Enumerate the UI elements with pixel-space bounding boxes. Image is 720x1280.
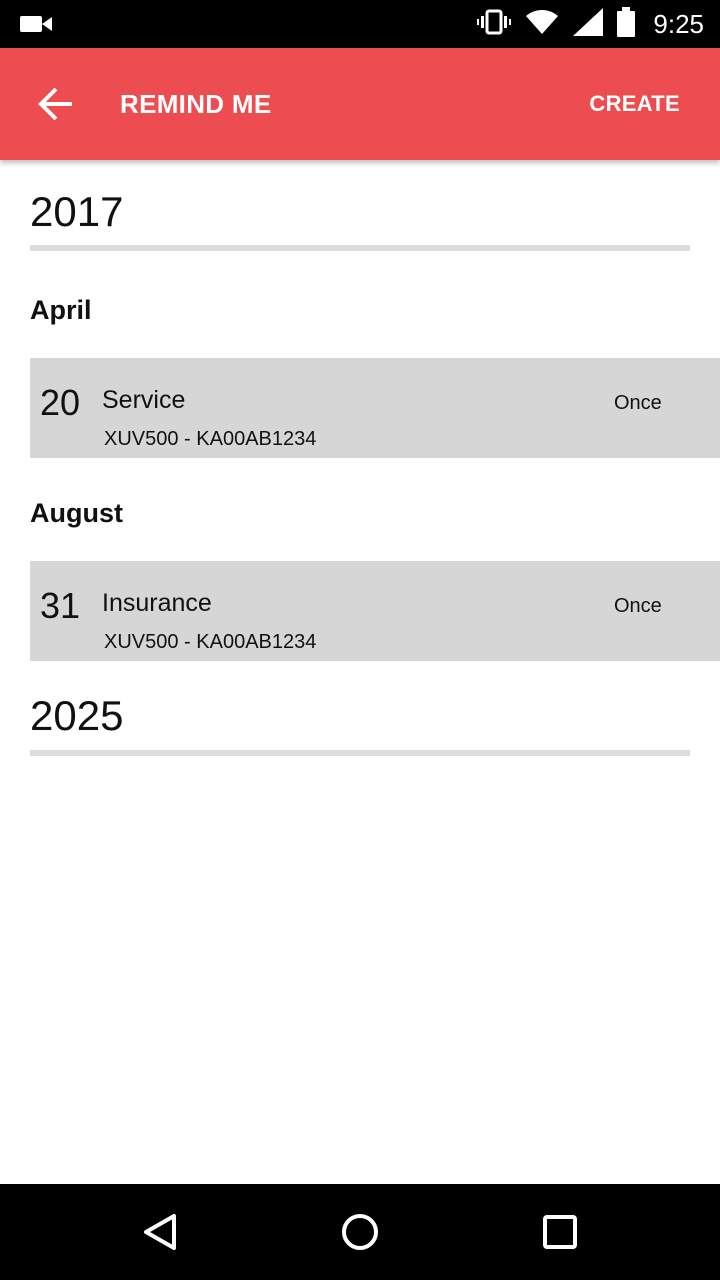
create-button[interactable]: CREATE bbox=[589, 48, 680, 160]
reminder-item[interactable]: 31 Insurance XUV500 - KA00AB1234 Once bbox=[30, 561, 720, 661]
video-camera-icon bbox=[20, 14, 52, 39]
year-divider bbox=[30, 750, 690, 756]
reminder-day: 31 bbox=[40, 585, 81, 626]
remind-me-screen: 9:25 REMIND ME CREATE 2017 April 20 Serv… bbox=[0, 0, 720, 1280]
year-divider bbox=[30, 245, 690, 251]
battery-icon bbox=[617, 6, 636, 42]
year-header: 2025 bbox=[30, 692, 124, 739]
status-icons: 9:25 bbox=[477, 0, 704, 48]
vibrate-icon bbox=[477, 9, 512, 40]
arrow-left-icon[interactable] bbox=[36, 84, 76, 124]
reminder-vehicle: XUV500 - KA00AB1234 bbox=[104, 428, 317, 450]
app-bar: REMIND ME CREATE bbox=[0, 48, 720, 160]
year-header: 2017 bbox=[30, 188, 124, 235]
status-time: 9:25 bbox=[653, 8, 704, 39]
status-bar: 9:25 bbox=[0, 0, 720, 48]
reminder-name: Service bbox=[102, 386, 186, 414]
navigation-bar bbox=[0, 1184, 720, 1280]
reminder-day: 20 bbox=[40, 382, 81, 423]
recents-square-icon[interactable] bbox=[540, 1212, 580, 1252]
home-circle-icon[interactable] bbox=[340, 1212, 380, 1252]
page-title: REMIND ME bbox=[120, 89, 272, 119]
reminder-name: Insurance bbox=[102, 589, 212, 617]
month-header: April bbox=[30, 295, 92, 325]
reminder-frequency: Once bbox=[614, 595, 662, 617]
signal-icon bbox=[573, 7, 604, 41]
reminder-item[interactable]: 20 Service XUV500 - KA00AB1234 Once bbox=[30, 358, 720, 458]
back-triangle-icon[interactable] bbox=[140, 1212, 180, 1252]
wifi-icon bbox=[525, 9, 559, 40]
month-header: August bbox=[30, 498, 123, 528]
reminder-vehicle: XUV500 - KA00AB1234 bbox=[104, 631, 317, 653]
reminder-frequency: Once bbox=[614, 392, 662, 414]
